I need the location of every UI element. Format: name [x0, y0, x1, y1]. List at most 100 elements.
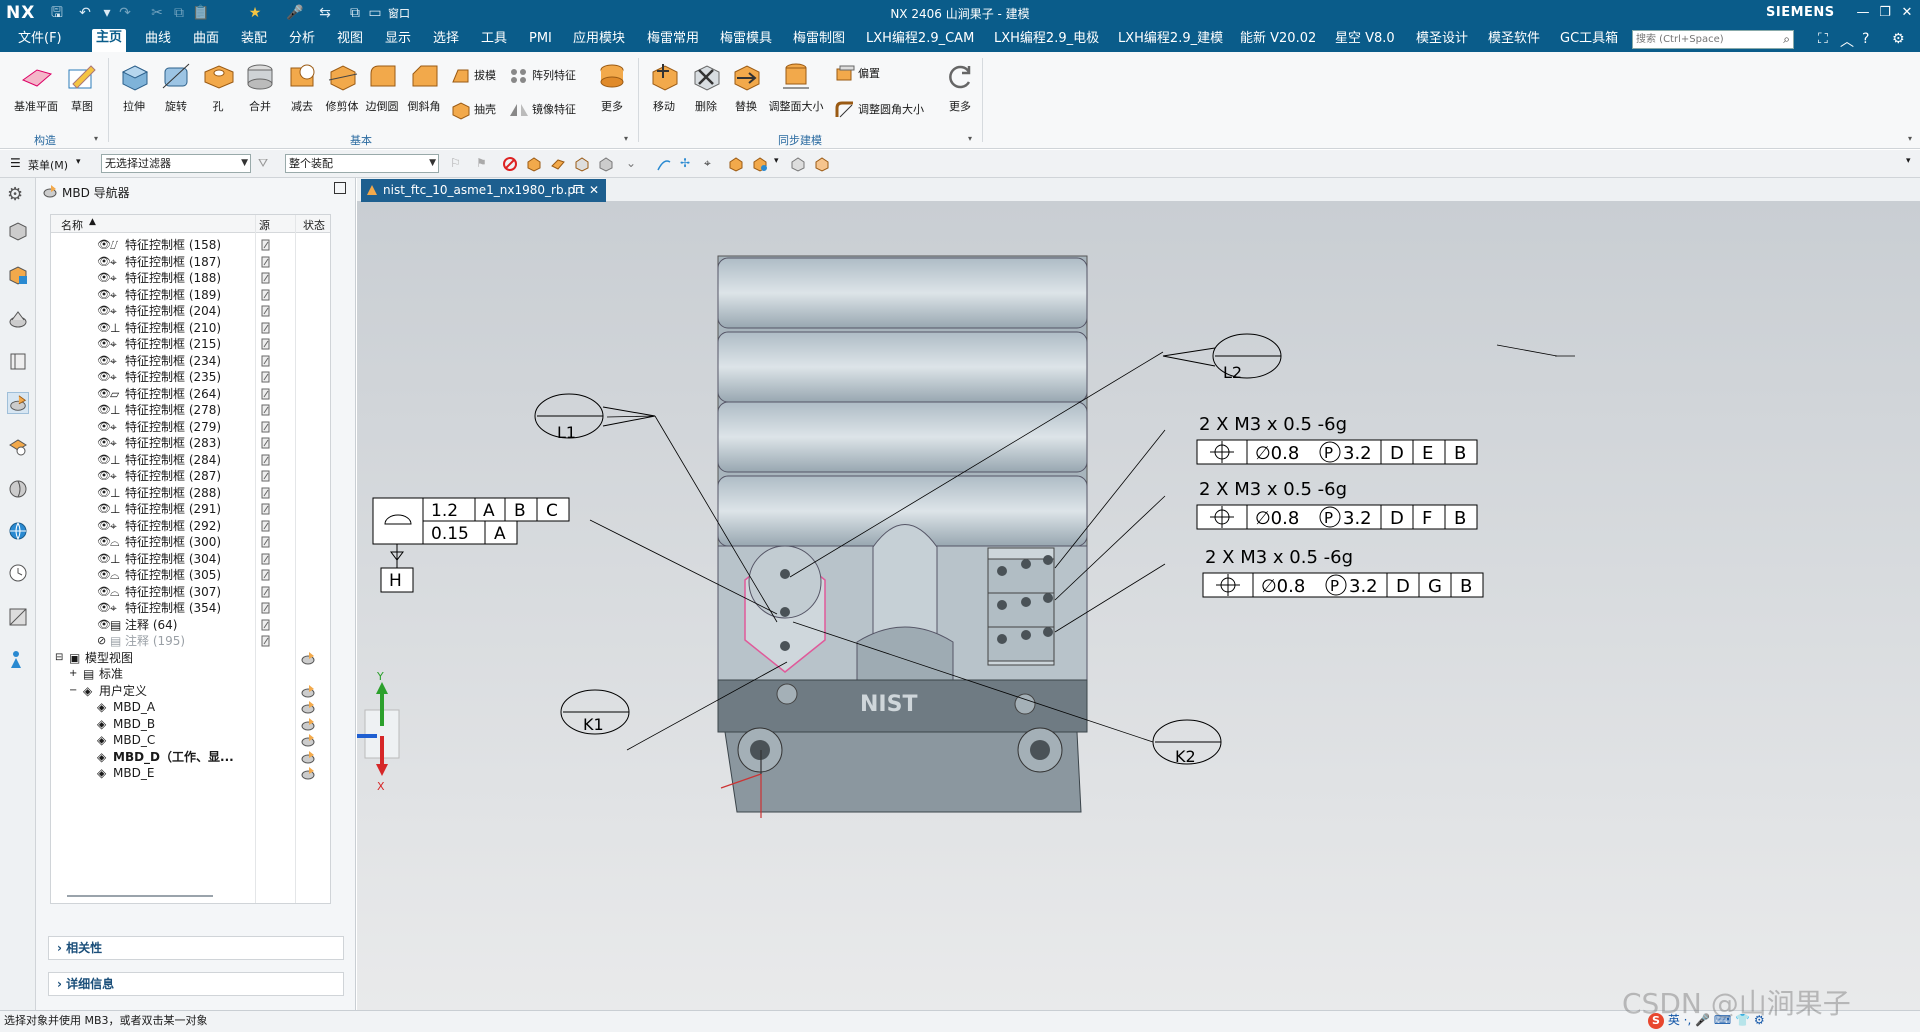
expand-icon[interactable]: ⌄ — [626, 156, 642, 172]
resize-blend-button[interactable]: 调整圆角大小 — [834, 98, 924, 122]
part-navigator-icon[interactable] — [7, 220, 29, 242]
history-clock-icon[interactable] — [7, 562, 29, 584]
chevron-down-icon[interactable]: ▾ — [774, 156, 790, 172]
tab-pmi[interactable]: PMI — [525, 30, 556, 50]
undo-dropdown-icon[interactable]: ▾ — [98, 4, 116, 22]
tab-meilei-mold[interactable]: 梅雷模具 — [716, 30, 776, 50]
collapse-ribbon-icon[interactable]: ︿ — [1840, 31, 1854, 51]
mirror-feature-button[interactable]: 镜像特征 — [508, 98, 576, 122]
column-status[interactable]: 状态 — [303, 217, 325, 233]
selection-filter-select[interactable]: 无选择过滤器 ▼ — [101, 154, 251, 173]
constraint-navigator-icon[interactable] — [7, 308, 29, 330]
roles-icon[interactable] — [7, 648, 29, 670]
command-search[interactable]: ⌕ — [1632, 30, 1794, 49]
menu-hamburger-icon[interactable]: ☰ — [10, 156, 21, 170]
model-canvas[interactable]: NIST L1 L2 K1 K2 1.2 A B C 0.15 A H 2 X … — [357, 202, 1920, 1010]
tab-surface[interactable]: 曲面 — [189, 30, 223, 50]
reuse-library-icon[interactable] — [7, 350, 29, 372]
ribbon-options-icon[interactable]: ▾ — [1908, 134, 1912, 143]
snap-point-icon[interactable]: ✢ — [680, 156, 696, 172]
select-solid-icon[interactable] — [598, 156, 614, 172]
trim-body-button[interactable]: 修剪体 — [322, 60, 362, 114]
file-menu[interactable]: 文件(F) — [14, 30, 66, 50]
edge-blend-button[interactable]: 边倒圆 — [362, 60, 402, 114]
tree-hscrollbar[interactable] — [67, 895, 213, 897]
chamfer-button[interactable]: 倒斜角 — [404, 60, 444, 114]
resize-face-button[interactable]: 调整面大小 — [768, 60, 824, 114]
tab-tools[interactable]: 工具 — [477, 30, 511, 50]
tab-display[interactable]: 显示 — [381, 30, 415, 50]
deselect-icon[interactable]: ⚑ — [476, 156, 492, 172]
group-basic-expand-icon[interactable]: ▾ — [624, 134, 628, 143]
more-basic-button[interactable]: 更多 — [592, 60, 632, 114]
sort-ascending-icon[interactable]: ▲ — [89, 217, 96, 227]
document-tab[interactable]: nist_ftc_10_asme1_nx1980_rb.prt ⧠ ✕ — [361, 179, 606, 202]
draft-button[interactable]: 拔模 — [450, 64, 496, 88]
no-entry-icon[interactable] — [502, 156, 518, 172]
web-browser-icon[interactable] — [7, 478, 29, 500]
tab-applications[interactable]: 应用模块 — [569, 30, 629, 50]
tab-mosheng-software[interactable]: 模圣软件 — [1484, 30, 1544, 50]
callout-k1[interactable]: K1 — [560, 689, 630, 735]
tab-pin-icon[interactable]: ⧠ — [573, 179, 582, 201]
menu-dropdown-icon[interactable]: ▾ — [76, 157, 81, 167]
minimize-icon[interactable]: — — [1852, 3, 1874, 23]
gear-icon[interactable]: ⚙ — [7, 184, 29, 206]
select-all-icon[interactable]: ⚐ — [450, 156, 466, 172]
touch-mode-icon[interactable]: ⇆ — [316, 4, 334, 22]
part-body[interactable] — [717, 255, 1088, 813]
move-face-button[interactable]: 移动 — [644, 60, 684, 114]
tab-assembly[interactable]: 装配 — [237, 30, 271, 50]
tab-xingkong[interactable]: 星空 V8.0 — [1331, 30, 1399, 50]
column-name[interactable]: 名称 — [61, 217, 83, 233]
switch-window-icon[interactable]: ⧉ — [346, 4, 364, 22]
subtract-button[interactable]: 减去 — [282, 60, 322, 114]
curve-rule-icon[interactable] — [656, 156, 672, 172]
unite-button[interactable]: 合并 — [240, 60, 280, 114]
help-icon[interactable]: ? — [1862, 31, 1869, 47]
undo-icon[interactable]: ↶ — [76, 4, 94, 22]
menu-button[interactable]: 菜单(M) — [28, 157, 68, 173]
tab-lxh-cam[interactable]: LXH编程2.9_CAM — [862, 30, 978, 50]
tab-mosheng-design[interactable]: 模圣设计 — [1412, 30, 1472, 50]
tree-item-view[interactable]: ◈ MBD_E — [51, 763, 321, 783]
search-input[interactable] — [1633, 31, 1773, 48]
replace-face-button[interactable]: 替换 — [726, 60, 766, 114]
datum-plane-button[interactable]: 基准平面 — [8, 60, 64, 114]
callout-l2[interactable]: L2 — [1162, 333, 1282, 382]
tab-meilei-drafting[interactable]: 梅雷制图 — [789, 30, 849, 50]
close-icon[interactable]: ✕ — [1896, 3, 1918, 23]
graphics-window[interactable]: NIST L1 L2 K1 K2 1.2 A B C 0.15 A H 2 X … — [357, 202, 1920, 1010]
revolve-button[interactable]: 旋转 — [156, 60, 196, 114]
filter-reset-icon[interactable]: ⛛ — [258, 156, 274, 172]
hd3d-tools-icon[interactable] — [7, 436, 29, 458]
mbd-navigator-icon[interactable] — [7, 392, 29, 414]
save-icon[interactable]: 🖫 — [48, 4, 66, 22]
window-icon[interactable]: ▭ — [366, 4, 384, 22]
paste-icon[interactable]: 📋 — [192, 4, 210, 22]
fcf-profile-left[interactable]: 1.2 A B C 0.15 A H — [372, 497, 570, 593]
details-section[interactable]: › 详细信息 — [48, 972, 344, 996]
pattern-feature-button[interactable]: 阵列特征 — [508, 64, 576, 88]
system-materials-icon[interactable] — [7, 606, 29, 628]
copy-icon[interactable]: ⧉ — [170, 4, 188, 22]
toolbar-options-icon[interactable]: ▾ — [1906, 156, 1920, 172]
more-sync-button[interactable]: 更多 — [940, 60, 980, 114]
tab-nengxin[interactable]: 能新 V20.02 — [1236, 30, 1320, 50]
globe-icon[interactable] — [7, 520, 29, 542]
tab-curve[interactable]: 曲线 — [141, 30, 175, 50]
ime-indicator[interactable]: S 英 ·, 🎤 ⌨ 👕 ⚙ — [1648, 1010, 1765, 1032]
microphone-icon[interactable]: 🎤 — [286, 4, 304, 22]
select-edge-icon[interactable] — [574, 156, 590, 172]
selection-scope-select[interactable]: 整个装配 ▼ — [285, 154, 439, 173]
delete-face-button[interactable]: 删除 — [686, 60, 726, 114]
tab-analysis[interactable]: 分析 — [285, 30, 319, 50]
redo-icon[interactable]: ↷ — [116, 4, 134, 22]
quick-pick-icon[interactable]: ⌖ — [704, 156, 720, 172]
offset-face-button[interactable]: 偏置 — [834, 62, 880, 86]
assembly-navigator-icon[interactable] — [7, 264, 29, 286]
tab-meilei-common[interactable]: 梅雷常用 — [643, 30, 703, 50]
tab-close-icon[interactable]: ✕ — [589, 179, 599, 201]
tab-lxh-modeling[interactable]: LXH编程2.9_建模 — [1114, 30, 1227, 50]
shaded-icon[interactable] — [814, 156, 830, 172]
